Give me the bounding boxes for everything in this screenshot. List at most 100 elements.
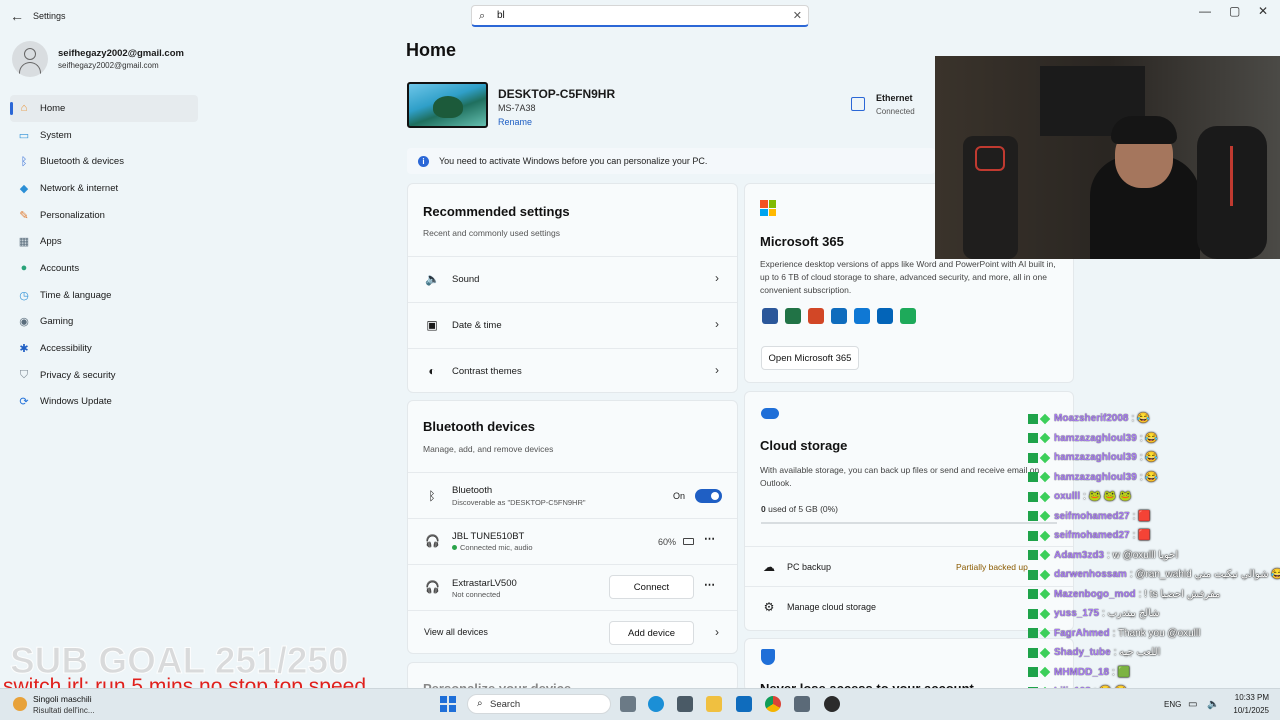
sidebar-item-gaming[interactable]: ◉ Gaming	[10, 309, 198, 336]
search-input-value[interactable]: bl	[497, 10, 505, 21]
subscriber-badge-icon	[1039, 491, 1051, 503]
outlook-icon[interactable]	[736, 696, 752, 712]
chat-message: Adam3zd3: w @oxulll اخويا	[1028, 546, 1280, 566]
subscriber-badge-icon	[1039, 471, 1051, 483]
language-indicator[interactable]: ENG	[1164, 700, 1181, 709]
recommended-item-date-time[interactable]: ▣ Date & time ›	[408, 302, 737, 347]
chat-username[interactable]: yuss_175	[1054, 608, 1099, 619]
add-device-button[interactable]: Add device	[609, 621, 694, 645]
kick-badge-icon	[1028, 413, 1038, 424]
chat-username[interactable]: hamzazaghloul39	[1054, 433, 1137, 444]
network-label[interactable]: Ethernet	[876, 93, 913, 103]
subscriber-badge-icon	[1039, 588, 1051, 600]
sidebar-item-accessibility[interactable]: ✱ Accessibility	[10, 335, 198, 362]
file-explorer-icon[interactable]	[706, 696, 722, 712]
chat-message: Mazenbogo_mod: ! ts مقرفش احضيا	[1028, 585, 1280, 605]
sidebar-item-privacy[interactable]: ⛉ Privacy & security	[10, 362, 198, 389]
sidebar-item-network[interactable]: ◆ Network & internet	[10, 175, 198, 202]
bluetooth-state: On	[673, 491, 686, 501]
chat-username[interactable]: hamzazaghloul39	[1054, 472, 1137, 483]
sidebar-item-system[interactable]: ▭ System	[10, 122, 198, 149]
device-row-extrastar[interactable]: 🎧 ExtrastarLV500 Not connected Connect ⋯	[408, 564, 737, 610]
settings-app-icon[interactable]	[794, 696, 810, 712]
avatar[interactable]	[12, 41, 48, 77]
chevron-right-icon: ›	[715, 363, 719, 377]
chat-text: : 🐸 🐸 🐸	[1083, 491, 1132, 503]
chat-username[interactable]: Adam3zd3	[1054, 550, 1104, 561]
chat-username[interactable]: FagrAhmed	[1054, 628, 1110, 639]
subscriber-badge-icon	[1039, 413, 1051, 425]
obs-icon[interactable]	[824, 696, 840, 712]
network-icon[interactable]: ▭	[1188, 699, 1197, 710]
chat-message: seifmohamed27: 🟥	[1028, 507, 1280, 527]
sidebar-item-windows-update[interactable]: ⟳ Windows Update	[10, 389, 198, 416]
settings-search-input[interactable]: ⌕ bl ✕	[471, 5, 809, 27]
back-arrow-icon[interactable]: ←	[10, 9, 24, 23]
monitor-icon: ▭	[18, 129, 30, 142]
kick-badge-icon	[1028, 589, 1038, 600]
apps-icon: ▦	[18, 236, 30, 249]
task-view-icon[interactable]	[620, 696, 636, 712]
sidebar-item-bluetooth[interactable]: ᛒ Bluetooth & devices	[10, 148, 198, 175]
sidebar-item-label: Personalization	[40, 209, 105, 221]
chat-username[interactable]: seifmohamed27	[1054, 530, 1130, 541]
start-button[interactable]	[440, 696, 456, 712]
clock-date[interactable]: 10/1/2025	[1227, 706, 1269, 715]
pc-backup-row[interactable]: ☁ PC backup Partially backed up	[745, 546, 1073, 586]
sidebar-item-time-language[interactable]: ◷ Time & language	[10, 282, 198, 309]
chat-username[interactable]: MHMDD_18	[1054, 667, 1109, 678]
store-icon[interactable]	[677, 696, 693, 712]
sidebar-item-label: Home	[40, 102, 66, 114]
rename-link[interactable]: Rename	[498, 117, 532, 127]
more-options-icon[interactable]: ⋯	[704, 532, 716, 545]
home-icon: ⌂	[20, 102, 28, 115]
clock-time[interactable]: 10:33 PM	[1233, 693, 1269, 702]
close-button[interactable]: ✕	[1258, 4, 1268, 18]
kick-badge-icon	[1028, 452, 1038, 463]
edge-icon[interactable]	[648, 696, 664, 712]
sidebar-item-accounts[interactable]: ● Accounts	[10, 255, 198, 282]
chat-username[interactable]: Moazsherif2008	[1054, 413, 1128, 424]
chrome-icon[interactable]	[765, 696, 781, 712]
manage-cloud-row[interactable]: ⚙ Manage cloud storage	[745, 586, 1073, 626]
chat-message: hamzazaghloul39: 😂	[1028, 468, 1280, 488]
clear-search-icon[interactable]: ✕	[793, 9, 802, 22]
kick-badge-icon	[1028, 628, 1038, 639]
wifi-icon: ◆	[19, 182, 29, 195]
sidebar-item-apps[interactable]: ▦ Apps	[10, 228, 198, 255]
active-indicator	[10, 102, 13, 115]
recommended-item-contrast[interactable]: ◐ Contrast themes ›	[408, 348, 737, 393]
bluetooth-toggle[interactable]	[695, 489, 722, 503]
card-subtitle: Recent and commonly used settings	[423, 228, 561, 238]
chevron-right-icon[interactable]: ›	[715, 625, 719, 639]
chat-username[interactable]: hamzazaghloul39	[1054, 452, 1137, 463]
notification-title[interactable]: Singoli maschili	[33, 694, 92, 704]
volume-icon[interactable]: 🔈	[1207, 699, 1219, 710]
device-row-jbl[interactable]: 🎧 JBL TUNE510BT Connected mic, audio 60%…	[408, 518, 737, 564]
chat-username[interactable]: Mazenbogo_mod	[1054, 589, 1136, 600]
person-icon: ●	[20, 262, 28, 275]
sidebar-item-home[interactable]: ⌂ Home	[10, 95, 198, 122]
taskbar-search[interactable]: ⌕ Search	[467, 694, 611, 714]
chat-username[interactable]: darwenhossam	[1054, 569, 1127, 580]
maximize-button[interactable]: ▢	[1229, 4, 1240, 18]
minimize-button[interactable]: —	[1199, 4, 1211, 18]
connect-button[interactable]: Connect	[609, 575, 694, 599]
chevron-right-icon: ›	[715, 271, 719, 285]
subscriber-badge-icon	[1039, 452, 1051, 464]
chat-username[interactable]: seifmohamed27	[1054, 511, 1130, 522]
notification-app-icon[interactable]	[13, 697, 27, 711]
user-email: seifhegazy2002@gmail.com	[58, 61, 159, 70]
chat-username[interactable]: Shady_tube	[1054, 647, 1111, 658]
kick-badge-icon	[1028, 472, 1038, 483]
more-options-icon[interactable]: ⋯	[704, 578, 716, 591]
chat-username[interactable]: oxulll	[1054, 491, 1080, 502]
sidebar-item-personalization[interactable]: ✎ Personalization	[10, 202, 198, 229]
search-icon: ⌕	[477, 698, 483, 709]
card-description: With available storage, you can back up …	[760, 465, 1040, 488]
card-title: Microsoft 365	[760, 234, 844, 249]
view-all-devices-link[interactable]: View all devices	[424, 627, 488, 637]
recommended-item-sound[interactable]: 🔈 Sound ›	[408, 256, 737, 301]
word-icon	[762, 308, 778, 324]
open-microsoft-365-button[interactable]: Open Microsoft 365	[761, 346, 859, 370]
